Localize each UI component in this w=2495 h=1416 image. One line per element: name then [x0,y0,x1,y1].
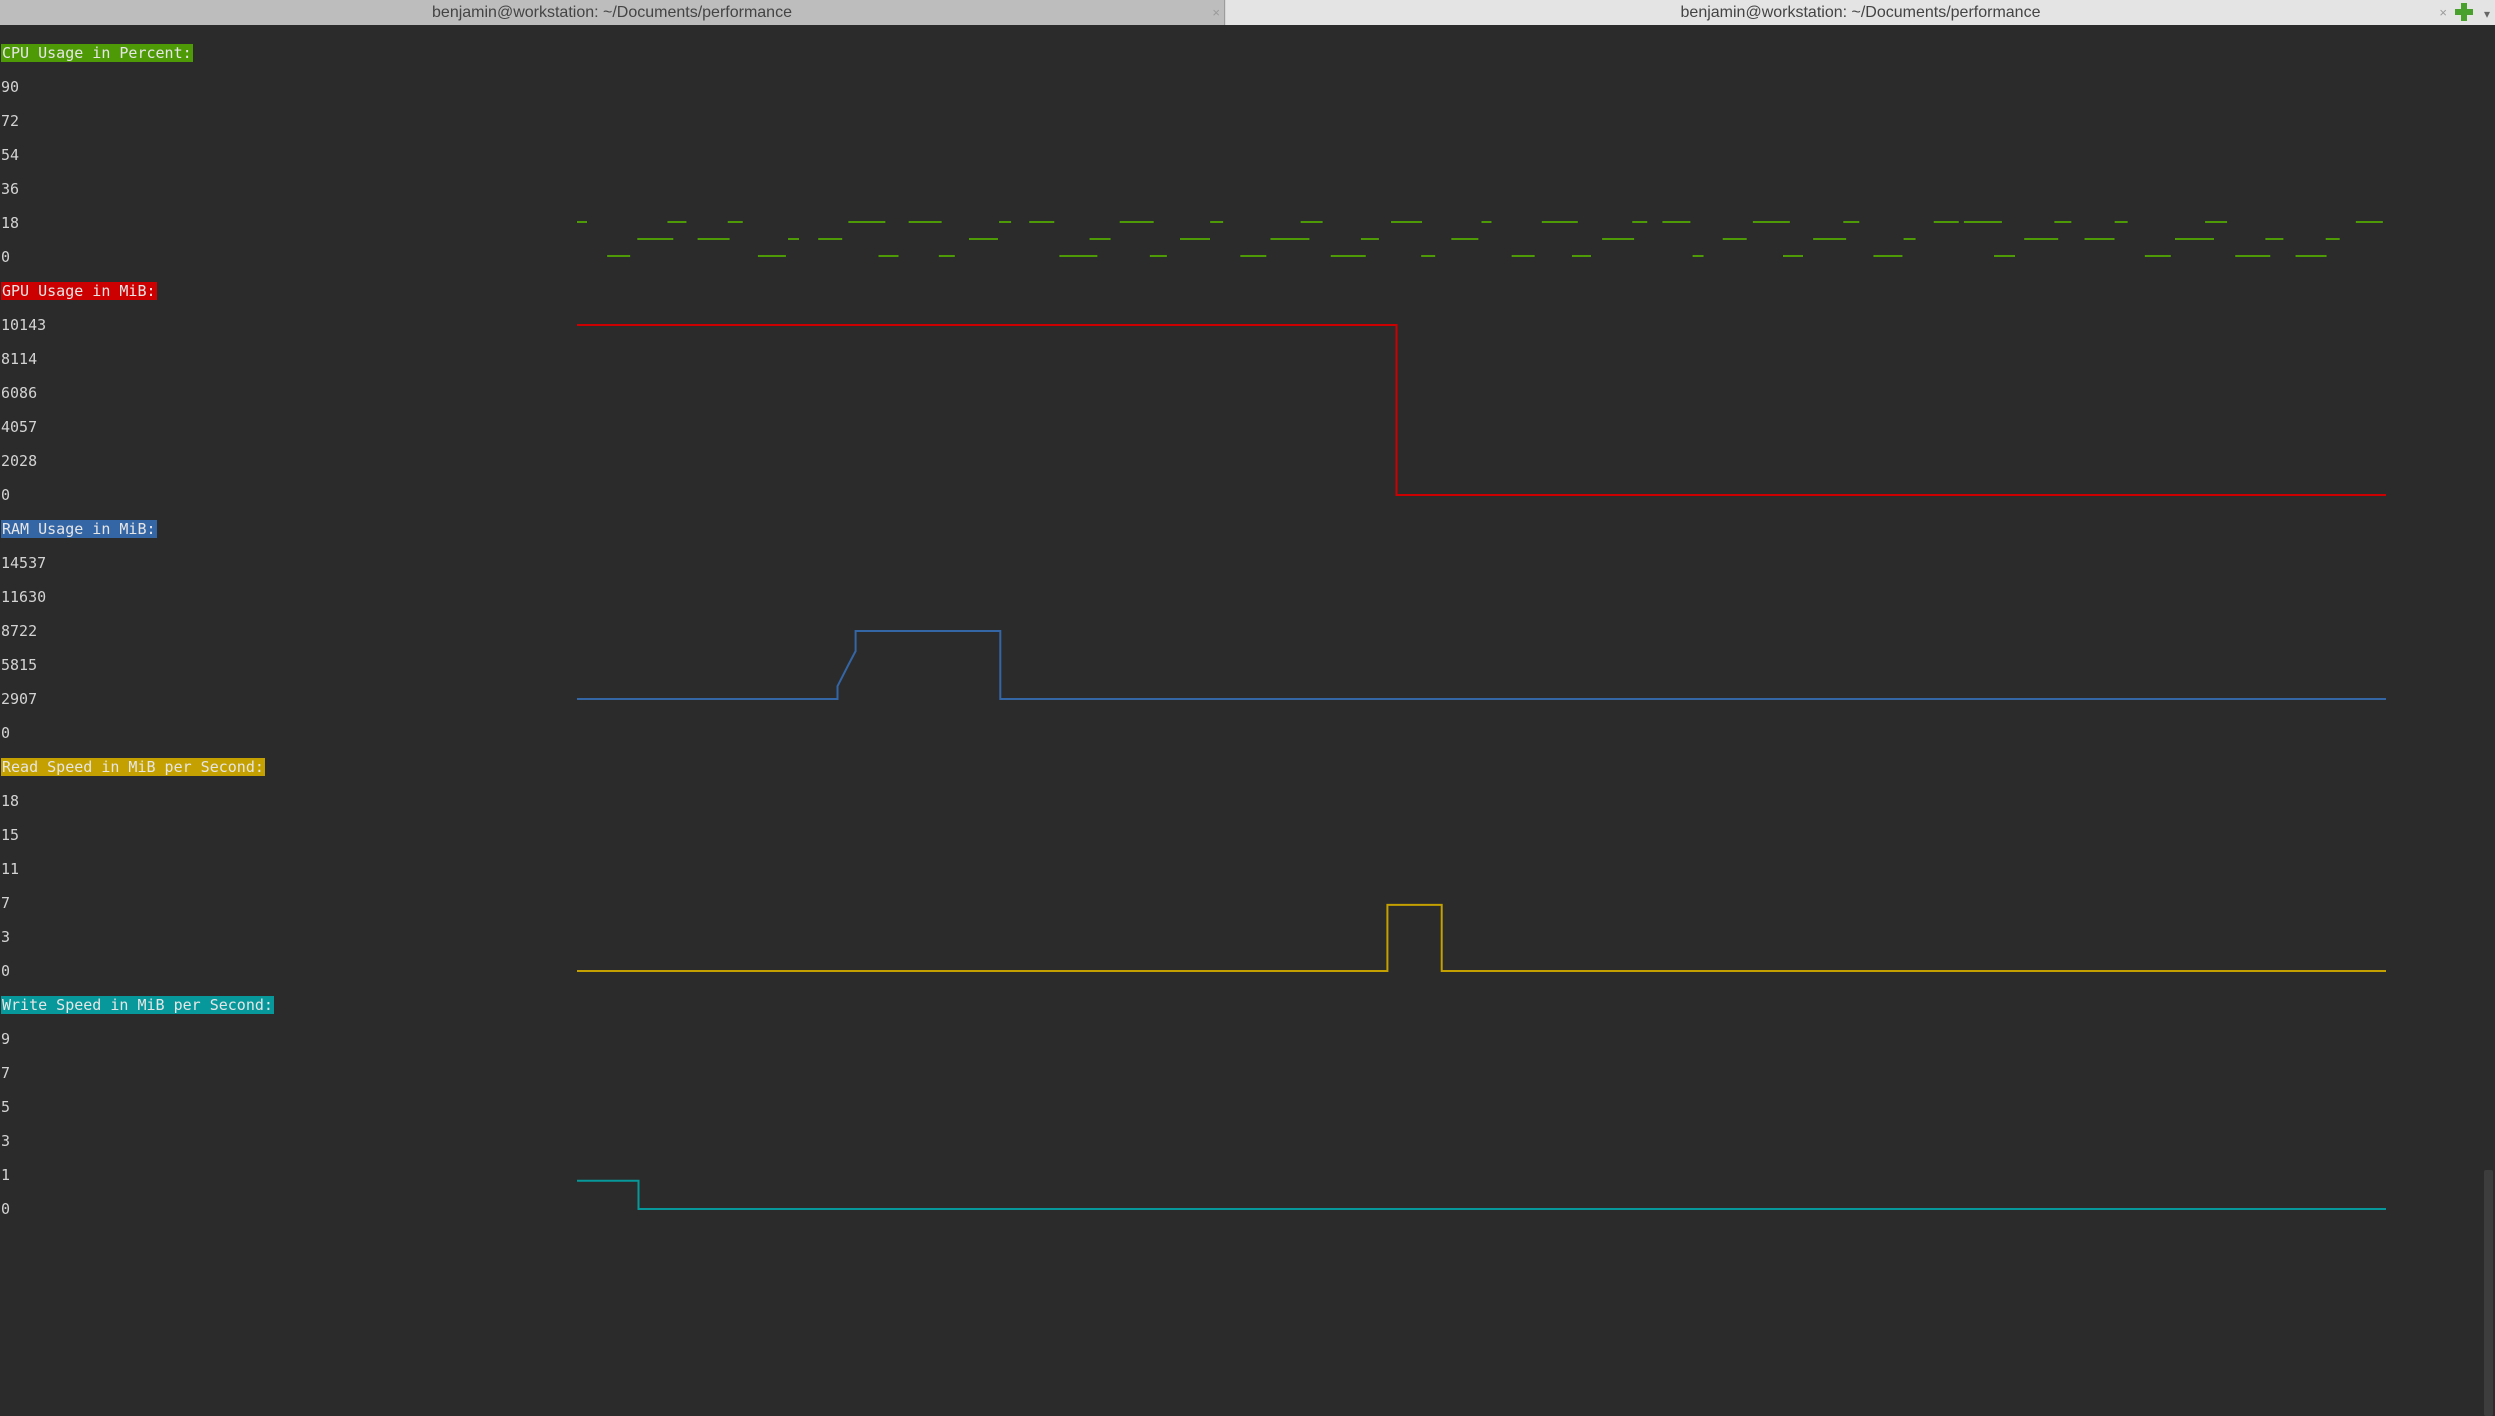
ram-tick: 11630 [1,588,47,606]
ram-tick: 8722 [1,622,38,640]
gpu-tick: 10143 [1,316,47,334]
gpu-header: GPU Usage in MiB: [1,282,157,300]
tab-terminal-1[interactable]: benjamin@workstation: ~/Documents/perfor… [0,0,1225,25]
write-tick: 3 [1,1132,11,1150]
terminal-output[interactable] [0,25,2482,1416]
cpu-tick: 36 [1,180,20,198]
read-tick: 11 [1,860,20,878]
plus-icon[interactable] [2455,3,2473,21]
close-icon[interactable]: × [1212,0,1220,25]
write-tick: 7 [1,1064,11,1082]
read-tick: 18 [1,792,20,810]
tab-bar: benjamin@workstation: ~/Documents/perfor… [0,0,2495,25]
cpu-tick: 18 [1,214,20,232]
write-tick: 5 [1,1098,11,1116]
gpu-tick: 4057 [1,418,38,436]
chevron-down-icon[interactable]: ▾ [2484,2,2490,27]
tab-title: benjamin@workstation: ~/Documents/perfor… [1680,4,2041,21]
scrollbar[interactable] [2482,25,2495,1416]
tab-terminal-2[interactable]: benjamin@workstation: ~/Documents/perfor… [1226,0,2495,25]
ram-tick: 5815 [1,656,38,674]
gpu-tick: 2028 [1,452,38,470]
write-tick: 9 [1,1030,11,1048]
ram-header: RAM Usage in MiB: [1,520,157,538]
ram-tick: 2907 [1,690,38,708]
cpu-tick: 90 [1,78,20,96]
cpu-tick: 72 [1,112,20,130]
write-header: Write Speed in MiB per Second: [1,996,274,1014]
cpu-tick: 54 [1,146,20,164]
tab-title: benjamin@workstation: ~/Documents/perfor… [432,4,792,21]
ram-tick: 14537 [1,554,47,572]
cpu-header: CPU Usage in Percent: [1,44,193,62]
gpu-tick: 0 [1,486,11,504]
scrollbar-thumb[interactable] [2484,1170,2493,1416]
write-tick: 0 [1,1200,11,1218]
close-icon[interactable]: × [2439,0,2447,25]
write-tick: 1 [1,1166,11,1184]
gpu-tick: 6086 [1,384,38,402]
read-tick: 0 [1,962,11,980]
ram-tick: 0 [1,724,11,742]
read-tick: 3 [1,928,11,946]
gpu-tick: 8114 [1,350,38,368]
read-header: Read Speed in MiB per Second: [1,758,265,776]
read-tick: 15 [1,826,20,844]
read-tick: 7 [1,894,11,912]
cpu-tick: 0 [1,248,11,266]
